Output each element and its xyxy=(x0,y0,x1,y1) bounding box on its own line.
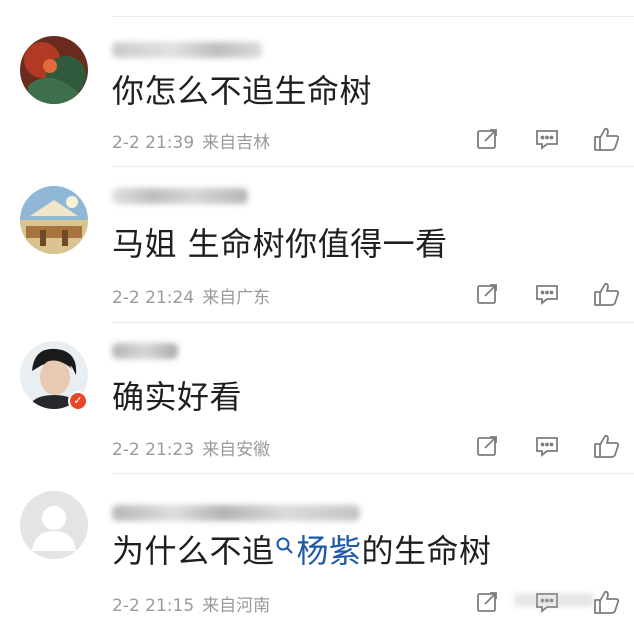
edit-icon[interactable] xyxy=(472,587,502,617)
username[interactable] xyxy=(112,188,248,204)
username[interactable] xyxy=(112,42,262,58)
topic-link[interactable]: 杨紫 xyxy=(275,532,362,570)
avatar[interactable] xyxy=(20,36,88,104)
comment-text: 你怎么不追生命树 xyxy=(112,72,373,110)
comment-item: ✓ 确实好看 2-2 21:23 来自安徽 xyxy=(0,305,634,474)
comment-item: 为什么不追 杨紫的生命树 2-2 21:15 来自河南 xyxy=(0,455,634,617)
comment-location: 来自河南 xyxy=(202,596,271,616)
comment-time: 2-2 21:15 xyxy=(112,596,195,616)
comment-item: 马姐 生命树你值得一看 2-2 21:24 来自广东 xyxy=(0,150,634,323)
comment-text: 马姐 生命树你值得一看 xyxy=(112,225,448,263)
comment-text: 确实好看 xyxy=(112,378,243,416)
avatar[interactable] xyxy=(20,491,88,559)
watermark xyxy=(514,593,594,607)
comment-text-after: 的生命树 xyxy=(361,532,492,570)
comment-item: 你怎么不追生命树 2-2 21:39 来自吉林 xyxy=(0,0,634,167)
topic-label: 杨紫 xyxy=(296,532,362,570)
verified-badge: ✓ xyxy=(68,391,88,411)
thumbs-up-icon[interactable] xyxy=(592,587,622,617)
comment-meta: 2-2 21:15 来自河南 xyxy=(112,591,270,616)
comment-text-before: 为什么不追 xyxy=(112,532,275,570)
comment-text: 为什么不追 杨紫的生命树 xyxy=(112,531,492,571)
avatar[interactable] xyxy=(20,186,88,254)
username[interactable] xyxy=(112,343,178,359)
search-icon xyxy=(276,537,293,554)
username[interactable] xyxy=(112,505,360,521)
